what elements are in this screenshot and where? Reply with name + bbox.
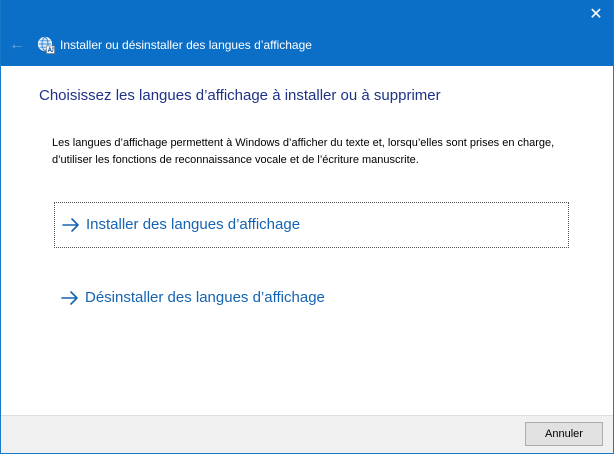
close-button[interactable]: ✕ (585, 4, 607, 26)
page-heading: Choisissez les langues d’affichage à ins… (39, 87, 441, 104)
install-languages-link[interactable]: Installer des langues d’affichage (54, 202, 569, 248)
uninstall-languages-label: Désinstaller des langues d’affichage (85, 289, 325, 306)
dialog-window: ✕ ← Installer ou désinstaller des langue… (0, 0, 614, 454)
arrow-right-icon (61, 291, 78, 305)
install-languages-label: Installer des langues d’affichage (86, 216, 301, 233)
globe-language-icon (37, 36, 55, 54)
main-content: Choisissez les langues d’affichage à ins… (1, 66, 613, 415)
dialog-footer: Annuler (1, 415, 613, 453)
uninstall-languages-link[interactable]: Désinstaller des langues d’affichage (54, 276, 569, 322)
cancel-button[interactable]: Annuler (525, 422, 603, 446)
back-button[interactable]: ← (7, 35, 27, 55)
title-bar: ✕ ← Installer ou désinstaller des langue… (1, 0, 613, 66)
description-text: Les langues d’affichage permettent à Win… (52, 137, 555, 166)
window-title: Installer ou désinstaller des langues d’… (60, 38, 312, 52)
arrow-right-icon (62, 218, 79, 232)
